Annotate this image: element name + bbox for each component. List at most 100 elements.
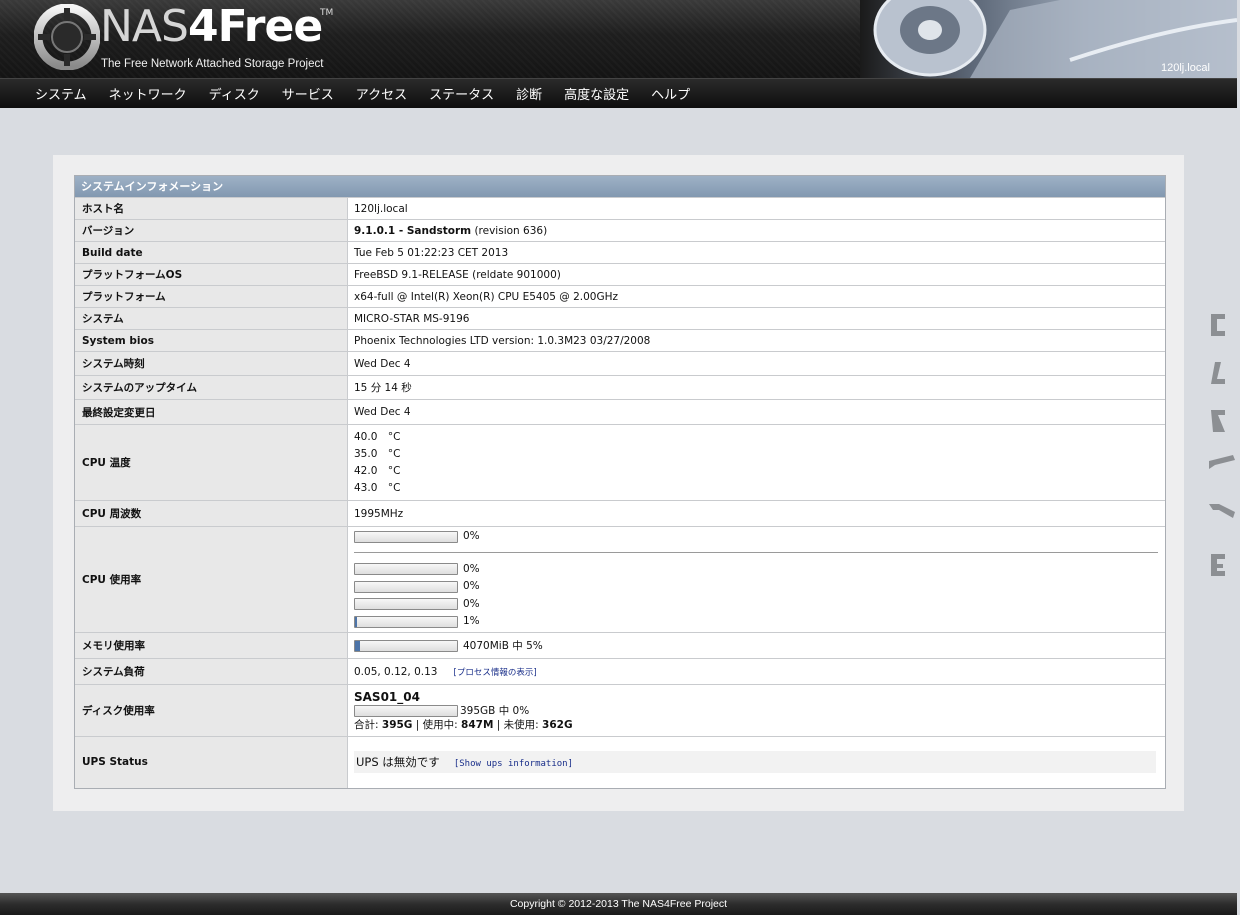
cpu-core-usage: 1% bbox=[354, 613, 1164, 631]
cpu-core-progress-bar bbox=[354, 580, 458, 593]
disk-usage: SAS01_04 395GB 中 0% 合計: 395G | 使用中: 847M… bbox=[347, 684, 1165, 737]
row-label: ディスク使用率 bbox=[75, 684, 348, 737]
header: NAS4Free TM The Free Network Attached St… bbox=[0, 0, 1237, 78]
show-ups-info-link[interactable]: [Show ups information] bbox=[454, 759, 573, 769]
memory-usage: 4070MiB 中 5% bbox=[347, 632, 1165, 659]
table-row: プラットフォームOS FreeBSD 9.1-RELEASE (reldate … bbox=[75, 263, 1165, 286]
disk-total-value: 395G bbox=[381, 718, 413, 731]
memory-progress-bar bbox=[354, 639, 458, 652]
disk-usage-summary: 合計: 395G | 使用中: 847M | 未使用: 362G bbox=[354, 718, 1164, 732]
row-label: メモリ使用率 bbox=[75, 632, 348, 659]
ups-status-value: UPS は無効です bbox=[356, 755, 440, 770]
row-label: UPS Status bbox=[75, 736, 348, 788]
nav-services[interactable]: サービス bbox=[271, 84, 345, 103]
logo-4free-text: 4Free bbox=[187, 1, 323, 52]
row-label: ホスト名 bbox=[75, 197, 348, 220]
uptime-value: 15 分 14 秒 bbox=[347, 375, 1165, 400]
table-row: バージョン 9.1.0.1 - Sandstorm (revision 636) bbox=[75, 219, 1165, 242]
table-row: CPU 周波数 1995MHz bbox=[75, 500, 1165, 527]
side-arrow-icon bbox=[1209, 504, 1235, 518]
hostname-value: 120lj.local bbox=[347, 197, 1165, 220]
system-time-value: Wed Dec 4 bbox=[347, 351, 1165, 376]
footer: Copyright © 2012-2013 The NAS4Free Proje… bbox=[0, 893, 1237, 915]
cpu-core-usage: 0% bbox=[354, 596, 1164, 614]
cpu-core-usage: 0% bbox=[354, 578, 1164, 596]
side-arrow-icon bbox=[1211, 554, 1225, 576]
cpu-freq-value: 1995MHz bbox=[347, 500, 1165, 527]
table-row: CPU 温度 40.0 °C 35.0 °C 42.0 °C 43.0 °C bbox=[75, 424, 1165, 501]
cpu-usage-values: 0% 0% 0% 0% 1% bbox=[347, 526, 1165, 633]
divider bbox=[354, 551, 1158, 553]
row-label: プラットフォームOS bbox=[75, 263, 348, 286]
logo-wordmark[interactable]: NAS4Free bbox=[100, 1, 323, 52]
table-row: メモリ使用率 4070MiB 中 5% bbox=[75, 632, 1165, 659]
row-label: システム負荷 bbox=[75, 658, 348, 685]
table-row: システムのアップタイム 15 分 14 秒 bbox=[75, 375, 1165, 400]
table-row: プラットフォーム x64-full @ Intel(R) Xeon(R) CPU… bbox=[75, 285, 1165, 308]
row-label: プラットフォーム bbox=[75, 285, 348, 308]
system-value: MICRO-STAR MS-9196 bbox=[347, 307, 1165, 330]
row-label: CPU 周波数 bbox=[75, 500, 348, 527]
copyright-text: Copyright © 2012-2013 The NAS4Free Proje… bbox=[509, 898, 728, 910]
row-label: バージョン bbox=[75, 219, 348, 242]
cpu-core-percent: 0% bbox=[463, 580, 480, 593]
side-arrow-icon bbox=[1211, 362, 1225, 384]
disk-usage-text: 395GB 中 0% bbox=[460, 704, 530, 717]
disk-total-label: 合計: bbox=[354, 718, 379, 731]
disk-free-value: 362G bbox=[542, 718, 573, 731]
hostname-badge: 120lj.local bbox=[1161, 62, 1210, 74]
cpu-core-percent: 0% bbox=[463, 597, 480, 610]
trademark-mark: TM bbox=[320, 8, 334, 18]
cpu-usage-total: 0% bbox=[354, 528, 1164, 546]
load-average-value: 0.05, 0.12, 0.13 bbox=[354, 665, 438, 678]
table-row: System bios Phoenix Technologies LTD ver… bbox=[75, 329, 1165, 352]
cpu-core-progress-bar bbox=[354, 615, 458, 628]
logo-tagline: The Free Network Attached Storage Projec… bbox=[101, 58, 324, 70]
cpu-temp-values: 40.0 °C 35.0 °C 42.0 °C 43.0 °C bbox=[347, 424, 1165, 501]
disk-progress-bar bbox=[354, 704, 458, 717]
system-load: 0.05, 0.12, 0.13 [プロセス情報の表示] bbox=[347, 658, 1165, 685]
nav-help[interactable]: ヘルプ bbox=[640, 84, 701, 103]
table-row: Build date Tue Feb 5 01:22:23 CET 2013 bbox=[75, 241, 1165, 264]
side-arrow-icon bbox=[1209, 455, 1235, 469]
nas4free-logo-icon[interactable] bbox=[34, 4, 100, 70]
table-row: ホスト名 120lj.local bbox=[75, 197, 1165, 220]
cpu-core-progress-bar bbox=[354, 563, 458, 576]
table-row: システム時刻 Wed Dec 4 bbox=[75, 351, 1165, 376]
show-process-info-link[interactable]: [プロセス情報の表示] bbox=[454, 668, 537, 678]
cpu-core-progress-bar bbox=[354, 598, 458, 611]
cpu-core-percent: 0% bbox=[463, 562, 480, 575]
bios-value: Phoenix Technologies LTD version: 1.0.3M… bbox=[347, 329, 1165, 352]
nav-diagnostics[interactable]: 診断 bbox=[505, 84, 553, 103]
disk-name: SAS01_04 bbox=[354, 689, 420, 704]
row-label: CPU 使用率 bbox=[75, 526, 348, 633]
table-row: システム負荷 0.05, 0.12, 0.13 [プロセス情報の表示] bbox=[75, 658, 1165, 685]
ups-status-box: UPS は無効です [Show ups information] bbox=[354, 751, 1156, 774]
nav-advanced[interactable]: 高度な設定 bbox=[553, 84, 640, 103]
nav-disks[interactable]: ディスク bbox=[198, 84, 271, 103]
cpu-temp-2: 42.0 °C bbox=[354, 464, 401, 477]
row-label: Build date bbox=[75, 241, 348, 264]
version-value: 9.1.0.1 - Sandstorm (revision 636) bbox=[347, 219, 1165, 242]
table-row: UPS Status UPS は無効です [Show ups informatio… bbox=[75, 736, 1165, 788]
nav-status[interactable]: ステータス bbox=[418, 84, 505, 103]
row-label: システム時刻 bbox=[75, 351, 348, 376]
side-arrow-icon bbox=[1211, 410, 1225, 432]
nav-network[interactable]: ネットワーク bbox=[98, 84, 198, 103]
system-information-table: システムインフォメーション ホスト名 120lj.local バージョン 9.1… bbox=[74, 175, 1166, 789]
disk-free-label: | 未使用: bbox=[496, 718, 539, 731]
progress-fill bbox=[355, 616, 357, 627]
platform-os-value: FreeBSD 9.1-RELEASE (reldate 901000) bbox=[347, 263, 1165, 286]
row-label: 最終設定変更日 bbox=[75, 399, 348, 425]
version-name: 9.1.0.1 - Sandstorm bbox=[354, 224, 472, 237]
memory-usage-text: 4070MiB 中 5% bbox=[463, 640, 543, 652]
row-label: System bios bbox=[75, 329, 348, 352]
table-row: CPU 使用率 0% 0% 0% 0% 1% bbox=[75, 526, 1165, 633]
main-navigation: システム ネットワーク ディスク サービス アクセス ステータス 診断 高度な設… bbox=[0, 78, 1237, 108]
table-row: ディスク使用率 SAS01_04 395GB 中 0% 合計: 395G | 使… bbox=[75, 684, 1165, 737]
ups-status: UPS は無効です [Show ups information] bbox=[347, 736, 1165, 788]
cpu-total-percent: 0% bbox=[463, 530, 480, 543]
disk-usage-bar-line: 395GB 中 0% bbox=[354, 704, 1164, 718]
nav-access[interactable]: アクセス bbox=[345, 84, 418, 103]
nav-system[interactable]: システム bbox=[24, 84, 98, 103]
